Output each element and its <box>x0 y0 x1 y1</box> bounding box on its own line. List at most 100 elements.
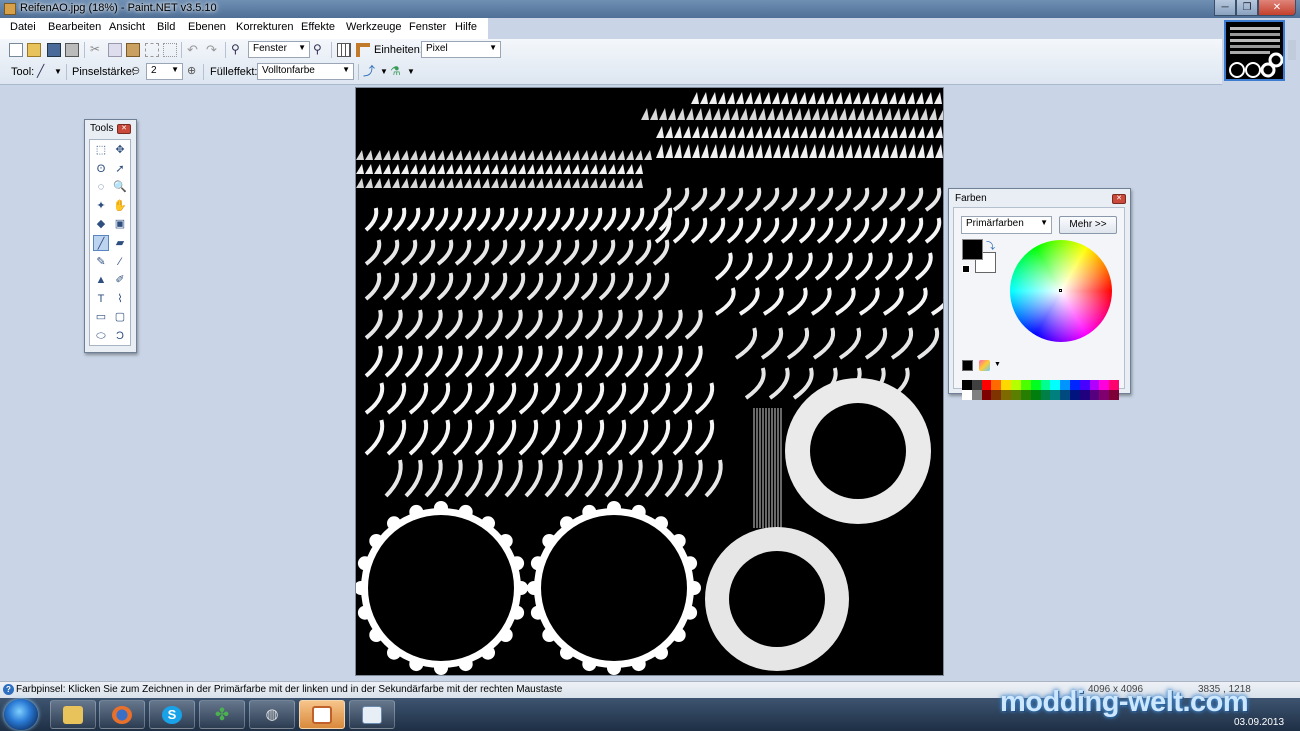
palette-swatch[interactable] <box>1069 380 1080 390</box>
blend-mode-icon[interactable]: ⚗ <box>390 65 404 79</box>
tool-gradient-icon[interactable]: ▣ <box>112 216 128 232</box>
taskbar-explorer-button[interactable] <box>50 700 96 729</box>
colors-panel-close-button[interactable]: ✕ <box>1112 194 1126 204</box>
rulers-icon[interactable] <box>356 43 370 57</box>
taskbar-clover-app-button[interactable]: ✤ <box>199 700 245 729</box>
palette-swatch[interactable] <box>1079 390 1090 400</box>
palette-swatch[interactable] <box>1011 390 1021 400</box>
grid-icon[interactable] <box>337 43 351 57</box>
zoom-select[interactable]: Fenster ▼ <box>248 41 310 58</box>
menu-hilfe[interactable]: Hilfe <box>455 21 477 33</box>
menu-effekte[interactable]: Effekte <box>301 21 335 33</box>
palette-swatch[interactable] <box>1099 380 1110 390</box>
palette-options-icon[interactable] <box>979 360 990 371</box>
thumbnail-scrollbar[interactable] <box>1288 40 1296 60</box>
minimize-button[interactable]: ─ <box>1214 0 1236 16</box>
menu-datei[interactable]: Datei <box>10 21 36 33</box>
tool-lasso-select-icon[interactable]: ʘ <box>93 161 109 177</box>
palette-swatch[interactable] <box>991 390 1002 400</box>
palette-swatch[interactable] <box>1050 380 1061 390</box>
paste-icon[interactable] <box>126 43 140 57</box>
crop-to-selection-icon[interactable] <box>145 43 159 57</box>
brush-width-select[interactable]: 2 ▼ <box>146 63 183 80</box>
menu-korrekturen[interactable]: Korrekturen <box>236 21 293 33</box>
menu-bearbeiten[interactable]: Bearbeiten <box>48 21 101 33</box>
tool-magic-wand-icon[interactable]: ✦ <box>93 198 109 214</box>
antialiasing-icon[interactable]: ⤴ <box>363 65 377 79</box>
taskbar-skype-button[interactable]: S <box>149 700 195 729</box>
palette-swatch[interactable] <box>1020 380 1031 390</box>
start-button[interactable] <box>4 699 38 730</box>
palette-swatch[interactable] <box>1109 380 1119 390</box>
palette-swatch[interactable] <box>1079 380 1090 390</box>
taskbar-firefox-button[interactable] <box>99 700 145 729</box>
blend-mode-chevron-icon[interactable]: ▼ <box>407 67 415 76</box>
palette-swatch[interactable] <box>971 390 982 400</box>
palette-swatch[interactable] <box>962 380 972 390</box>
palette-swatch[interactable] <box>1099 390 1110 400</box>
palette-swatch[interactable] <box>962 390 972 400</box>
palette-swatch[interactable] <box>1109 390 1119 400</box>
taskbar-paint-net-button[interactable] <box>299 700 345 729</box>
palette-swatch[interactable] <box>1089 390 1100 400</box>
menu-ansicht[interactable]: Ansicht <box>109 21 145 33</box>
image-thumbnail[interactable] <box>1224 20 1285 81</box>
paintbrush-icon[interactable]: ╱ <box>37 65 51 79</box>
tool-pan-icon[interactable]: ✋ <box>112 198 128 214</box>
tool-paint-bucket-icon[interactable]: ◆ <box>93 216 109 232</box>
tool-dropdown-chevron-icon[interactable]: ▼ <box>54 67 62 76</box>
tool-text-icon[interactable]: T <box>93 291 109 307</box>
tool-rounded-rectangle-icon[interactable]: ▢ <box>112 309 128 325</box>
units-select[interactable]: Pixel ▼ <box>421 41 501 58</box>
close-window-button[interactable]: ✕ <box>1258 0 1296 16</box>
tool-clone-stamp-icon[interactable]: ▲ <box>93 272 109 288</box>
menu-ebenen[interactable]: Ebenen <box>188 21 226 33</box>
menu-werkzeuge[interactable]: Werkzeuge <box>346 21 401 33</box>
deselect-icon[interactable] <box>163 43 177 57</box>
redo-icon[interactable]: ↷ <box>206 42 220 57</box>
palette-swatch[interactable] <box>1050 390 1061 400</box>
tool-line-curve-icon[interactable]: ⌇ <box>112 291 128 307</box>
reset-colors-icon[interactable] <box>962 265 970 273</box>
fill-select[interactable]: Volltonfarbe ▼ <box>257 63 354 80</box>
zoom-in-icon[interactable]: ⚲ <box>313 42 327 56</box>
tool-color-picker-icon[interactable]: ⁄ <box>112 254 128 270</box>
menu-bild[interactable]: Bild <box>157 21 175 33</box>
tool-pencil-icon[interactable]: ✎ <box>93 254 109 270</box>
palette-swatch[interactable] <box>1069 390 1080 400</box>
palette-swatch[interactable] <box>1060 390 1070 400</box>
palette-swatch[interactable] <box>1030 390 1041 400</box>
palette-swatch[interactable] <box>1030 380 1041 390</box>
copy-icon[interactable] <box>108 43 122 57</box>
palette-swatch[interactable] <box>1040 380 1051 390</box>
tool-freeform-shape-icon[interactable]: Ɔ <box>112 328 128 344</box>
tool-rectangle-select-icon[interactable]: ⬚ <box>93 142 109 158</box>
swap-colors-icon[interactable]: ⤵ <box>986 239 995 252</box>
cut-icon[interactable]: ✂ <box>90 43 104 57</box>
palette-swatch[interactable] <box>991 380 1002 390</box>
tool-move-selection-icon[interactable]: ✥ <box>112 142 128 158</box>
tool-ellipse-select-icon[interactable]: ◌ <box>93 179 109 195</box>
undo-icon[interactable]: ↶ <box>187 42 201 57</box>
palette-swatch[interactable] <box>981 380 992 390</box>
menu-fenster[interactable]: Fenster <box>409 21 446 33</box>
palette-swatch[interactable] <box>1001 390 1012 400</box>
more-button[interactable]: Mehr >> <box>1059 216 1117 234</box>
palette-color-icon[interactable] <box>962 360 973 371</box>
palette-swatch[interactable] <box>971 380 982 390</box>
tools-panel-close-button[interactable]: ✕ <box>117 124 131 134</box>
primary-color-swatch[interactable] <box>962 239 983 260</box>
tool-eraser-icon[interactable]: ▰ <box>112 235 128 251</box>
image-canvas[interactable] <box>354 88 952 675</box>
tool-paintbrush-icon[interactable]: ╱ <box>93 235 109 251</box>
antialiasing-chevron-icon[interactable]: ▼ <box>380 67 388 76</box>
palette-swatch[interactable] <box>1089 380 1100 390</box>
decrease-width-icon[interactable]: ⊖ <box>131 64 140 77</box>
restore-button[interactable]: ❐ <box>1236 0 1258 16</box>
tool-move-selected-icon[interactable]: ➚ <box>112 161 128 177</box>
zoom-out-icon[interactable]: ⚲ <box>231 42 245 56</box>
palette-swatch[interactable] <box>1060 380 1070 390</box>
palette-swatch[interactable] <box>981 390 992 400</box>
tool-rectangle-icon[interactable]: ▭ <box>93 309 109 325</box>
palette-swatch[interactable] <box>1040 390 1051 400</box>
